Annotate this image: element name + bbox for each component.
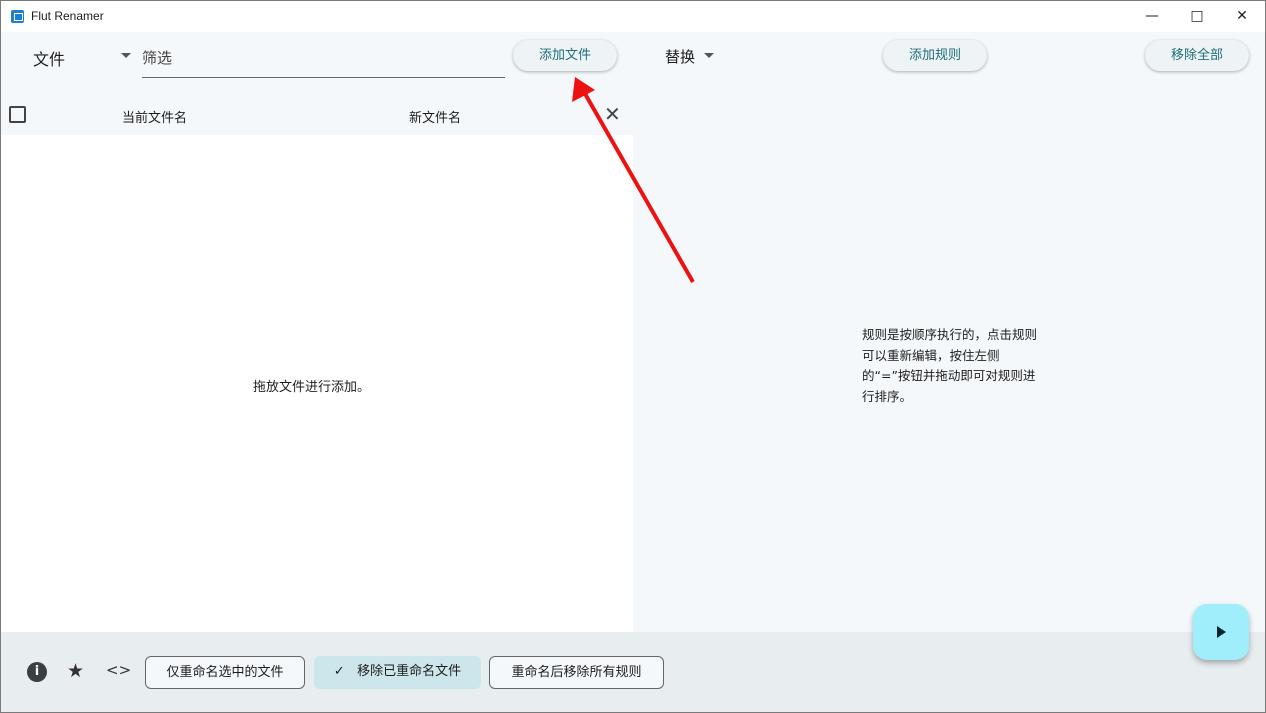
annotation-arrow-head	[572, 77, 595, 102]
annotation-arrow-line	[582, 91, 695, 283]
annotation-arrow	[572, 77, 695, 283]
